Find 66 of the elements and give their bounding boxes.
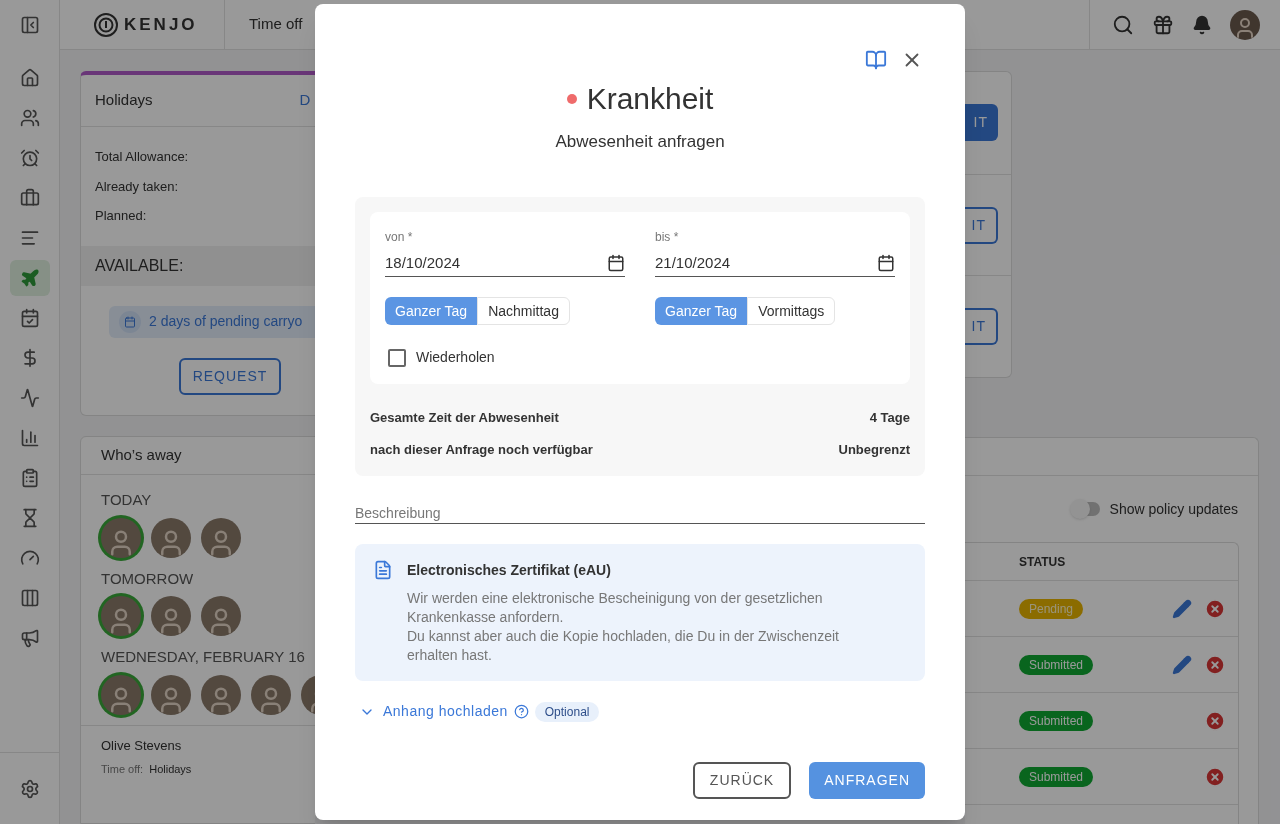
document-icon: [373, 560, 393, 580]
day-option-toggle[interactable]: Ganzer Tag: [655, 297, 748, 325]
toggle-label: Show policy updates: [1109, 499, 1238, 519]
description-field[interactable]: Beschreibung: [355, 502, 925, 524]
date-field[interactable]: bis * 21/10/2024: [655, 227, 895, 277]
card-title: Who’s away: [101, 445, 182, 466]
search-icon[interactable]: [1112, 13, 1134, 36]
edit-icon[interactable]: [1172, 654, 1192, 675]
calendar-icon[interactable]: [877, 253, 895, 272]
optional-badge: Optional: [534, 701, 600, 722]
summary-label: Gesamte Zeit der Abwesenheit: [370, 409, 559, 427]
status-badge: Submitted: [1019, 654, 1094, 675]
summary-value: Unbegrenzt: [838, 440, 910, 459]
back-button[interactable]: ZURÜCK: [692, 762, 792, 799]
info-title: Electronisches Zertifikat (eAU): [407, 561, 612, 580]
time-off-value: Holidays: [149, 762, 192, 777]
repeat-label: Wiederholen: [416, 348, 495, 367]
card-title: Holidays: [95, 90, 153, 111]
summary-label: nach dieser Anfrage noch verfügbar: [370, 440, 593, 459]
calendar-icon: [124, 315, 136, 328]
person-name: Olive Stevens: [101, 736, 183, 755]
delete-icon[interactable]: [1204, 597, 1226, 620]
section-title: Time off: [249, 14, 303, 35]
day-label: WEDNESDAY, FEBRUARY 16: [101, 647, 306, 667]
allowance-label: Total Allowance:: [95, 148, 190, 166]
carryover-text: 2 days of pending carryo: [149, 312, 303, 331]
day-option-toggle[interactable]: Ganzer Tag: [385, 297, 478, 325]
delete-icon[interactable]: [1204, 653, 1226, 676]
dialog-title: Krankheit: [586, 81, 714, 117]
status-badge: Submitted: [1019, 766, 1094, 787]
summary-value: 4 Tage: [869, 409, 910, 427]
bell-icon[interactable]: [1192, 14, 1212, 35]
dialog-subtitle: Abwesenheit anfragen: [554, 131, 726, 153]
delete-icon[interactable]: [1204, 709, 1226, 732]
status-badge: Submitted: [1019, 710, 1094, 731]
available-label: AVAILABLE:: [95, 255, 184, 276]
logo-text: KENJO: [124, 13, 198, 36]
user-avatar[interactable]: [1230, 9, 1260, 40]
column-header: STATUS: [1019, 553, 1066, 571]
settings-icon[interactable]: [19, 778, 40, 799]
toggle-switch[interactable]: [1071, 502, 1100, 516]
allowance-label: Planned:: [95, 207, 148, 225]
edit-icon[interactable]: [1172, 598, 1192, 619]
time-off-label: Time off:: [101, 762, 144, 777]
day-label: TOMORROW: [101, 568, 195, 589]
allowance-label: Already taken:: [95, 177, 180, 196]
logo-icon: [94, 12, 118, 37]
day-label: TODAY: [101, 490, 153, 510]
gift-icon[interactable]: [1152, 13, 1174, 36]
airplane-icon[interactable]: [9, 260, 50, 296]
info-text: Wir werden eine elektronische Bescheinigung von der gesetzlichen Krankenkasse anfordern.: [407, 589, 824, 627]
day-option-toggle[interactable]: Vormittags: [747, 297, 836, 325]
request-submit-button[interactable]: ANFRAGEN: [809, 762, 925, 799]
attachment-toggle[interactable]: Anhang hochladen: [359, 701, 508, 722]
repeat-checkbox[interactable]: [388, 348, 406, 367]
guide-book-icon[interactable]: [865, 49, 887, 71]
help-icon[interactable]: [513, 704, 529, 719]
details-link[interactable]: D: [299, 89, 311, 112]
request-button[interactable]: REQUEST: [179, 357, 281, 395]
status-badge: Pending: [1019, 598, 1084, 619]
submit-button[interactable]: IT: [965, 104, 998, 142]
day-option-toggle[interactable]: Nachmittag: [477, 297, 570, 325]
calendar-icon[interactable]: [607, 253, 625, 272]
date-field[interactable]: von * 18/10/2024: [385, 227, 625, 277]
delete-icon[interactable]: [1204, 765, 1226, 788]
info-text: Du kannst aber auch die Kopie hochladen, die Du in der Zwischenzeit erhalten hast.: [407, 627, 840, 665]
